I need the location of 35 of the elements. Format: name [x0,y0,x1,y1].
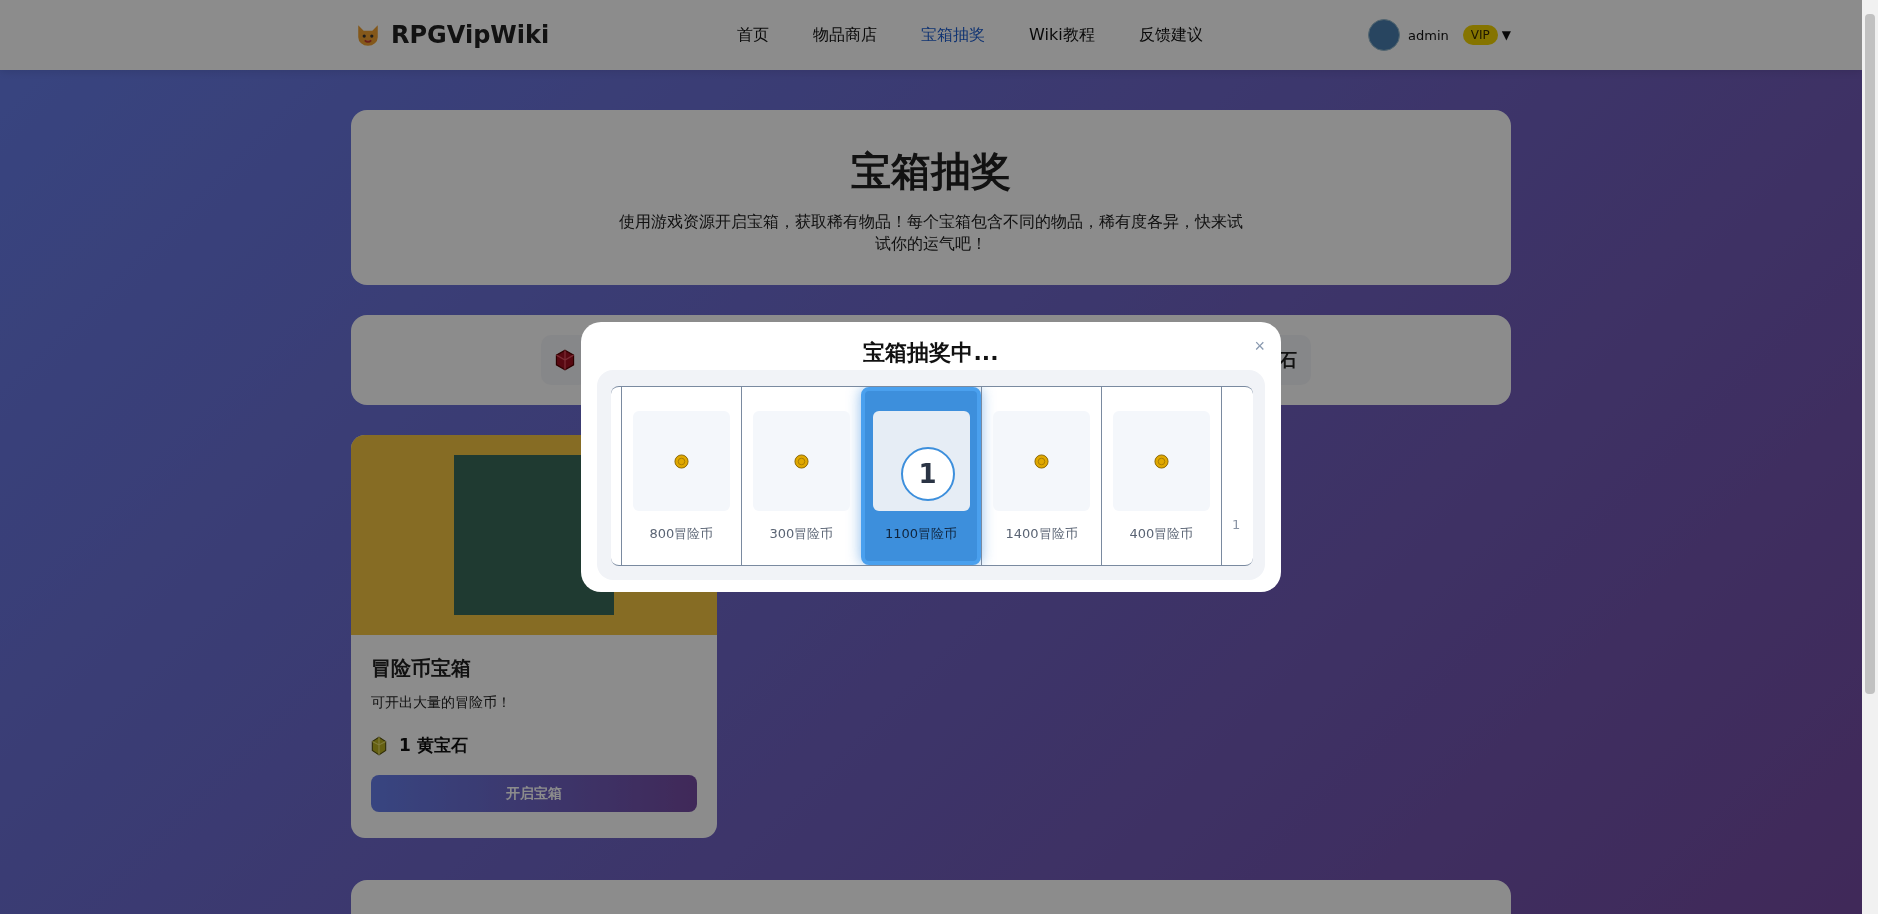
item-label: 1100冒险币 [884,525,958,543]
avatar[interactable] [1368,19,1401,51]
chest-price: 1 黄宝石 [399,734,468,757]
caret-icon[interactable]: ▼ [1501,28,1511,42]
close-button[interactable]: × [1250,336,1269,357]
item-label: 400冒险币 [1129,525,1194,543]
item-label: 1400冒险币 [1005,525,1078,543]
scrollbar-thumb[interactable] [1865,14,1875,694]
site-logo[interactable]: RPGVipWiki [391,21,550,49]
username[interactable]: admin [1408,27,1449,43]
gem-icon [371,735,387,756]
coin-icon [1154,453,1169,469]
nav-link[interactable]: 宝箱抽奖 [919,20,987,50]
vip-badge: VIP [1462,25,1498,45]
coin-icon [1034,453,1049,469]
scrollbar[interactable] [1862,0,1878,914]
dialog-title: 宝箱抽奖中... [863,339,999,367]
page-description: 使用游戏资源开启宝箱，获取稀有物品！每个宝箱包含不同的物品，稀有度各异，快来试试你的运气吧！ [618,211,1244,255]
page-title: 宝箱抽奖 [851,147,1011,196]
item-label: 300冒险币 [769,525,834,543]
cat-logo-icon [355,22,381,48]
resource-label: 石 [1279,348,1297,372]
count-badge: 1 [900,447,955,501]
chest-description: 可开出大量的冒险币！ [371,694,512,712]
coin-icon [794,453,809,469]
item-label: 800冒险币 [649,525,714,543]
nav-link[interactable]: 物品商店 [811,20,879,50]
open-chest-button[interactable]: 开启宝箱 [371,775,697,812]
coin-icon [674,453,689,469]
nav-link[interactable]: 首页 [735,20,771,50]
item-label: 1 [1232,517,1242,532]
ruby-gem-icon [555,349,575,371]
nav-link[interactable]: Wiki教程 [1027,20,1097,50]
nav-link[interactable]: 反馈建议 [1136,20,1205,50]
chest-title: 冒险币宝箱 [371,655,472,682]
